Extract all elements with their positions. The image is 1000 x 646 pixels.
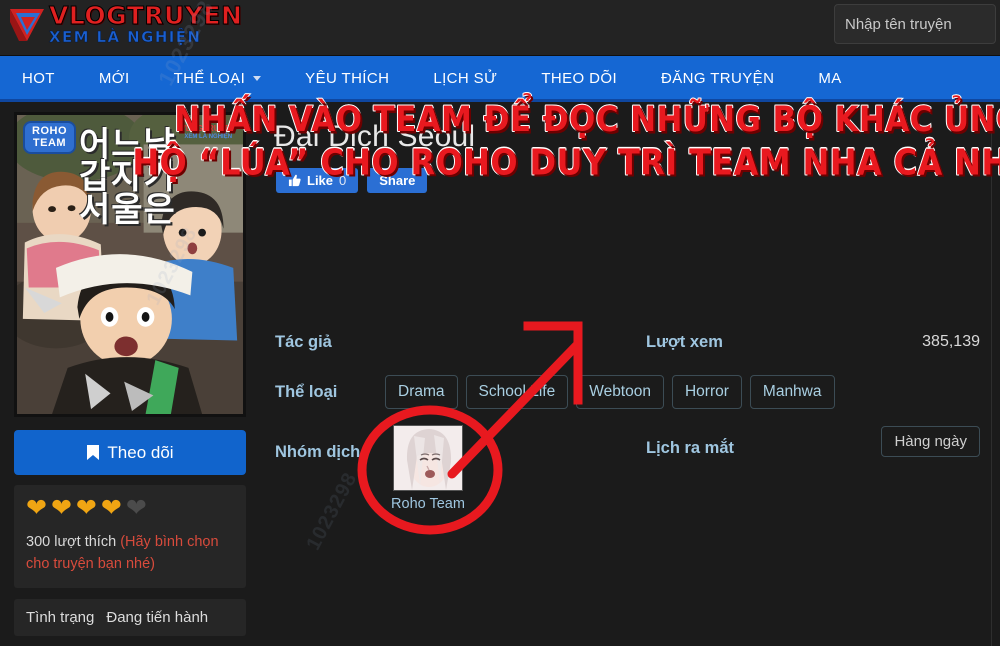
team-value-cell: Roho Team [385, 425, 646, 512]
nav-item-dang-truyen[interactable]: ĐĂNG TRUYỆN [639, 56, 796, 101]
status-panel: Tình trạng Đang tiến hành [14, 598, 246, 636]
team-label: Nhóm dịch [275, 443, 361, 461]
team-avatar-artwork [394, 426, 462, 490]
genre-tag-list: Drama School Life Webtoon Horror Manhwa [385, 375, 835, 409]
heart-icon-1[interactable]: ❤ [26, 496, 47, 521]
content-right-divider [991, 104, 992, 646]
schedule-label: Lịch ra mắt [646, 439, 735, 457]
info-row-author: Tác giả Lượt xem 385,139 [275, 321, 986, 363]
bookmark-icon [87, 445, 100, 460]
nav-item-yeu-thich[interactable]: YÊU THÍCH [283, 56, 411, 101]
page-content: ROHO TEAM 어느날 갑자기 서울은 VLOGTRUYEN XEM LÀ NGHI… [0, 104, 1000, 646]
like-count: 0 [339, 173, 347, 188]
nav-label: ĐĂNG TRUYỆN [661, 70, 775, 87]
team-avatar [393, 425, 463, 491]
nav-label: HOT [22, 70, 55, 87]
nav-item-theo-doi[interactable]: THEO DÕI [519, 56, 639, 101]
facebook-like-button[interactable]: Like 0 [276, 168, 359, 193]
logo-secondary-text: XEM LÀ NGHIỆN [49, 28, 202, 46]
comic-cover-image[interactable]: ROHO TEAM 어느날 갑자기 서울은 VLOGTRUYEN XEM LÀ NGHI… [14, 112, 246, 417]
nav-item-lich-su[interactable]: LỊCH SỬ [411, 56, 519, 101]
status-badge: Đang tiến hành [106, 608, 209, 626]
heart-icon-3[interactable]: ❤ [76, 496, 97, 521]
chevron-down-icon [253, 76, 262, 81]
comic-info-table: Tác giả Lượt xem 385,139 Thể loại Drama … [266, 321, 986, 512]
nav-item-hot[interactable]: HOT [0, 56, 77, 101]
rating-panel: ❤ ❤ ❤ ❤ ❤ 300 lượt thích (Hãy bình chọn … [14, 485, 246, 588]
translation-team-link[interactable]: Roho Team [385, 425, 471, 512]
cover-site-watermark: VLOGTRUYEN XEM LÀ NGHIỆN [180, 124, 236, 140]
page-title: Đại Dịch Seoul [274, 120, 476, 153]
nav-label: LỊCH SỬ [433, 70, 498, 87]
nav-label: YÊU THÍCH [305, 70, 390, 87]
nav-label: MỚI [98, 70, 130, 87]
share-label: Share [379, 173, 416, 188]
genre-tag-webtoon[interactable]: Webtoon [576, 375, 664, 409]
search-input[interactable] [834, 4, 996, 44]
schedule-value-cell: Hàng ngày [806, 425, 986, 457]
page-root: VLOGTRUYEN XEM LÀ NGHIỆN HOT MỚI THỂ LOẠ… [0, 0, 1000, 646]
nav-label: THEO DÕI [541, 70, 618, 87]
sidebar-column: ROHO TEAM 어느날 갑자기 서울은 VLOGTRUYEN XEM LÀ NGHI… [14, 112, 246, 636]
facebook-share-button[interactable]: Share [367, 168, 428, 193]
genre-tag-manhwa[interactable]: Manhwa [749, 375, 835, 409]
logo-primary-text: VLOGTRUYEN [48, 1, 243, 30]
heart-icon-4[interactable]: ❤ [101, 496, 122, 521]
v-triangle-logo-icon [10, 9, 44, 41]
nav-item-ma[interactable]: MA [796, 56, 863, 101]
site-logo[interactable]: VLOGTRUYEN XEM LÀ NGHIỆN [8, 3, 242, 45]
genre-tag-school-life[interactable]: School Life [465, 375, 569, 409]
social-buttons: Like 0 Share [266, 160, 986, 193]
nav-item-the-loai[interactable]: THỂ LOẠI [152, 56, 284, 101]
info-row-team: Nhóm dịch Roho Team Lịch ra mắt Hàng ngà… [275, 425, 986, 512]
nav-bottom-divider [0, 99, 1000, 102]
main-column: Đại Dịch Seoul Like 0 Share Tác giả Lượt… [266, 104, 986, 512]
heart-icon-2[interactable]: ❤ [51, 496, 72, 521]
nav-label: MA [818, 70, 842, 87]
follow-button[interactable]: Theo dõi [14, 430, 246, 475]
like-label: Like [307, 173, 334, 188]
nav-label: THỂ LOẠI [173, 70, 246, 87]
likes-count-text: 300 lượt thích [26, 534, 117, 550]
rating-hearts[interactable]: ❤ ❤ ❤ ❤ ❤ [26, 496, 234, 521]
likes-summary: 300 lượt thích (Hãy bình chọn cho truyện… [26, 531, 234, 576]
heart-icon-5[interactable]: ❤ [126, 496, 147, 521]
genre-tag-horror[interactable]: Horror [671, 375, 742, 409]
views-label: Lượt xem [646, 332, 723, 351]
nav-item-moi[interactable]: MỚI [77, 56, 152, 101]
follow-button-label: Theo dõi [107, 442, 174, 462]
author-label: Tác giả [275, 332, 332, 351]
info-row-genres: Thể loại Drama School Life Webtoon Horro… [275, 371, 986, 413]
genres-label: Thể loại [275, 382, 338, 401]
main-navigation: HOT MỚI THỂ LOẠI YÊU THÍCH LỊCH SỬ THEO … [0, 56, 1000, 101]
team-name-label: Roho Team [391, 496, 465, 512]
views-value: 385,139 [922, 333, 980, 350]
top-header-bar: VLOGTRUYEN XEM LÀ NGHIỆN [0, 0, 1000, 56]
thumbs-up-icon [288, 174, 301, 187]
roho-team-badge: ROHO TEAM [23, 121, 76, 155]
genre-tag-drama[interactable]: Drama [385, 375, 458, 409]
cover-korean-title: 어느날 갑자기 서울은 [79, 125, 176, 230]
schedule-badge[interactable]: Hàng ngày [881, 426, 980, 457]
status-label: Tình trạng [26, 608, 95, 626]
